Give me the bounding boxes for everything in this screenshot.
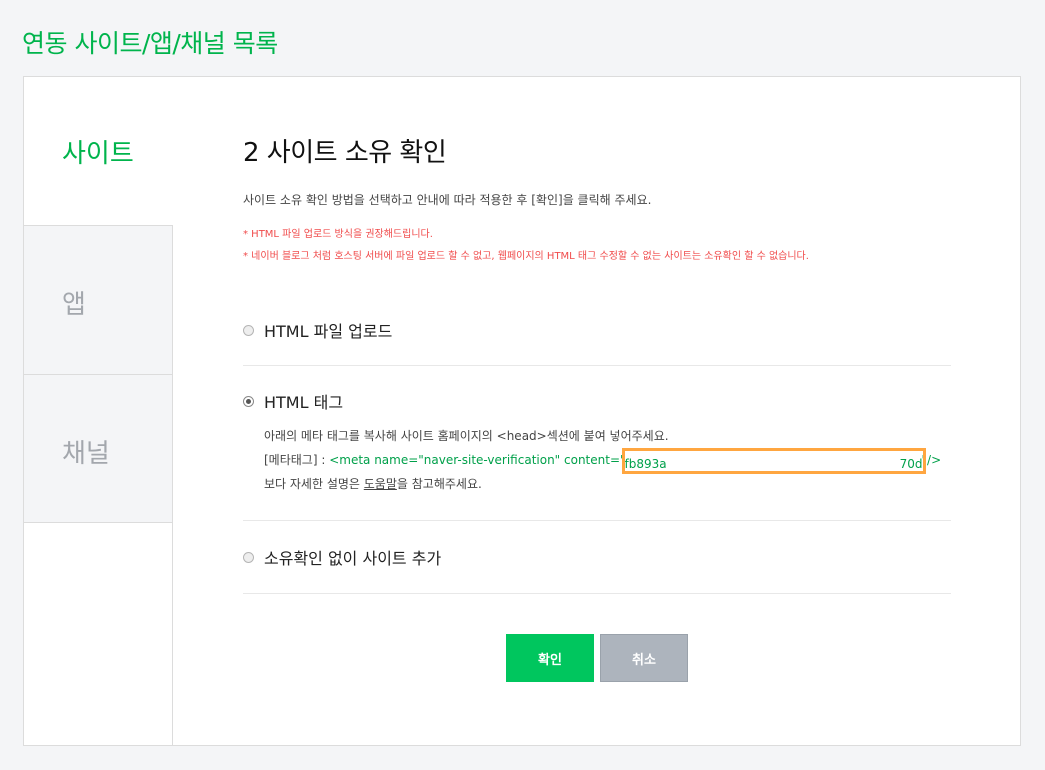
page-title: 연동 사이트/앱/채널 목록 bbox=[22, 29, 278, 58]
meta-tag-value-start: fb893a bbox=[624, 456, 667, 471]
option-no-verify: 소유확인 없이 사이트 추가 bbox=[243, 521, 951, 594]
note-1: * HTML 파일 업로드 방식을 권장해드립니다. bbox=[243, 229, 433, 240]
action-buttons: 확인 취소 bbox=[506, 634, 688, 682]
cancel-button[interactable]: 취소 bbox=[600, 634, 688, 682]
description: 사이트 소유 확인 방법을 선택하고 안내에 따라 적용한 후 [확인]을 클릭… bbox=[243, 193, 652, 207]
option-html-file: HTML 파일 업로드 bbox=[243, 295, 951, 366]
confirm-button[interactable]: 확인 bbox=[506, 634, 594, 682]
main-content: 2 사이트 소유 확인 사이트 소유 확인 방법을 선택하고 안내에 따라 적용… bbox=[243, 76, 951, 594]
radio-html-file[interactable] bbox=[243, 324, 254, 336]
option-html-tag: HTML 태그 아래의 메타 태그를 복사해 사이트 홈페이지의 <head>섹… bbox=[243, 366, 951, 521]
note-2: * 네이버 블로그 처럼 호스팅 서버에 파일 업로드 할 수 없고, 웹페이지… bbox=[243, 251, 809, 262]
tab-app-label: 앱 bbox=[62, 290, 86, 320]
sidebar-divider bbox=[172, 523, 173, 746]
meta-tag-prefix[interactable]: <meta name="naver-site-verification" con… bbox=[329, 453, 625, 467]
tab-site-label: 사이트 bbox=[62, 139, 134, 169]
meta-tag-highlight-box[interactable]: fb893a 70d bbox=[621, 447, 926, 474]
radio-html-tag[interactable] bbox=[243, 395, 254, 407]
radio-no-verify[interactable] bbox=[243, 551, 254, 563]
tab-site[interactable]: 사이트 bbox=[23, 76, 173, 225]
help-prefix: 보다 자세한 설명은 bbox=[264, 477, 364, 491]
tab-channel-label: 채널 bbox=[62, 439, 110, 469]
html-tag-instruction: 아래의 메타 태그를 복사해 사이트 홈페이지의 <head>섹션에 붙여 넣어… bbox=[264, 429, 669, 443]
option-no-verify-row[interactable]: 소유확인 없이 사이트 추가 bbox=[243, 521, 951, 593]
help-link[interactable]: 도움말 bbox=[364, 477, 397, 491]
option-no-verify-label: 소유확인 없이 사이트 추가 bbox=[264, 549, 442, 568]
option-html-tag-label: HTML 태그 bbox=[264, 393, 344, 412]
meta-tag-line: [메타태그] : <meta name="naver-site-verifica… bbox=[264, 447, 951, 474]
section-title: 2 사이트 소유 확인 bbox=[243, 138, 447, 168]
notes: * HTML 파일 업로드 방식을 권장해드립니다. * 네이버 블로그 처럼 … bbox=[243, 224, 951, 268]
meta-tag-label: [메타태그] : bbox=[264, 453, 330, 467]
html-tag-details: 아래의 메타 태그를 복사해 사이트 홈페이지의 <head>섹션에 붙여 넣어… bbox=[243, 424, 951, 520]
option-html-file-row[interactable]: HTML 파일 업로드 bbox=[243, 295, 951, 365]
help-line: 보다 자세한 설명은 도움말을 참고해주세요. bbox=[264, 472, 951, 496]
help-suffix: 을 참고해주세요. bbox=[396, 477, 482, 491]
tab-app[interactable]: 앱 bbox=[23, 225, 173, 374]
option-html-file-label: HTML 파일 업로드 bbox=[264, 322, 393, 341]
meta-tag-value-end: 70d bbox=[899, 456, 923, 471]
sidebar-tabs: 사이트 앱 채널 bbox=[23, 76, 173, 523]
tab-channel[interactable]: 채널 bbox=[23, 374, 173, 523]
